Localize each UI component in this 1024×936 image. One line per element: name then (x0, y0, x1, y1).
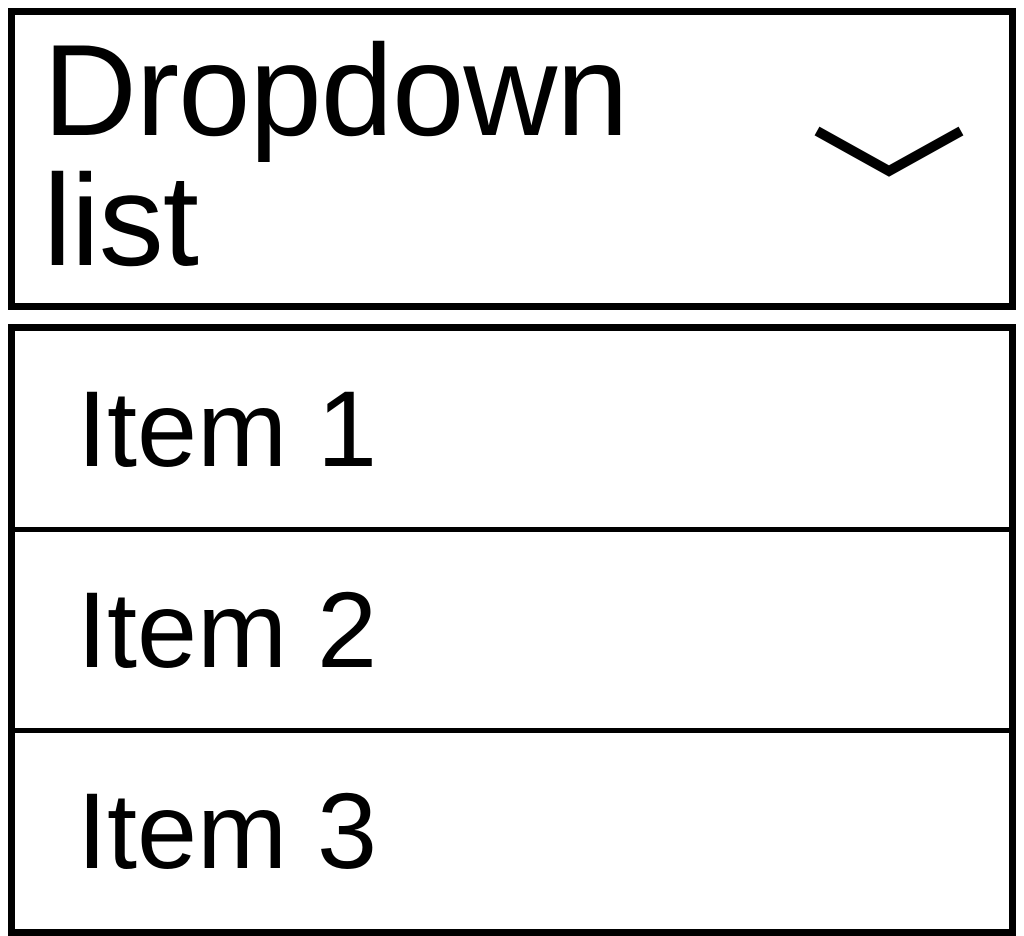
dropdown-label: Dropdown list (43, 25, 789, 285)
dropdown-list: Item 1 Item 2 Item 3 (8, 324, 1016, 936)
dropdown-toggle[interactable]: Dropdown list (8, 8, 1016, 310)
dropdown-item-2[interactable]: Item 2 (15, 532, 1009, 733)
dropdown-container: Dropdown list Item 1 Item 2 Item 3 (0, 0, 1024, 936)
dropdown-item-3[interactable]: Item 3 (15, 733, 1009, 929)
dropdown-item-label: Item 3 (77, 770, 377, 891)
dropdown-item-label: Item 1 (77, 368, 377, 489)
dropdown-item-1[interactable]: Item 1 (15, 331, 1009, 532)
chevron-down-icon (809, 123, 969, 188)
dropdown-item-label: Item 2 (77, 569, 377, 690)
